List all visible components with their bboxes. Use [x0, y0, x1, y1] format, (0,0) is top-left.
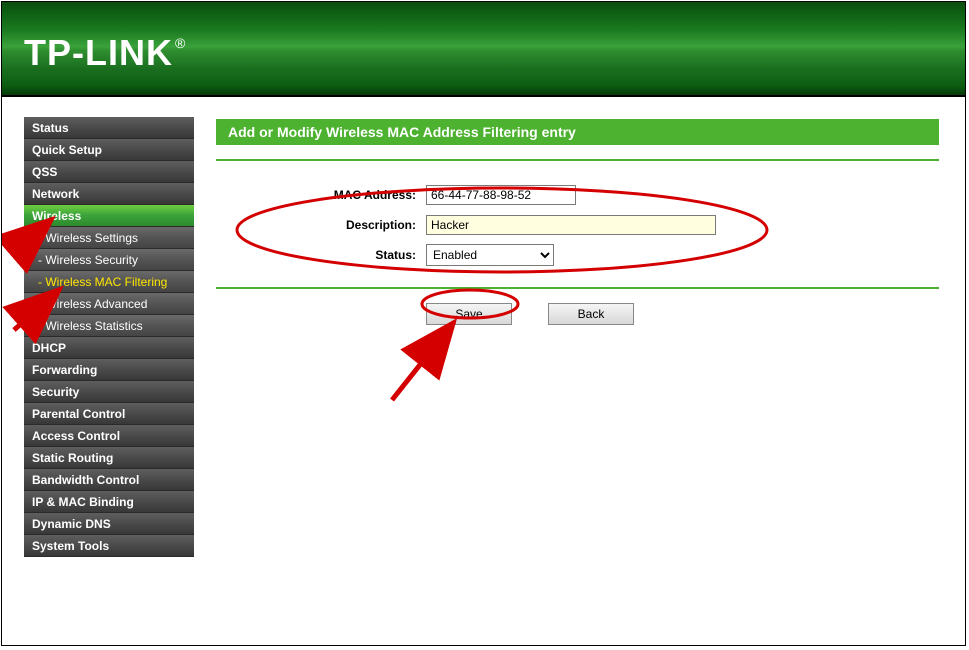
- brand-logo: TP-LINK®: [24, 32, 186, 74]
- sidebar-item-wireless-settings[interactable]: - Wireless Settings: [24, 227, 194, 249]
- brand-text: TP-LINK: [24, 32, 173, 73]
- page-title: Add or Modify Wireless MAC Address Filte…: [216, 119, 939, 145]
- back-button[interactable]: Back: [548, 303, 634, 325]
- divider: [216, 287, 939, 289]
- sidebar-item-security[interactable]: Security: [24, 381, 194, 403]
- sidebar-item-dynamic-dns[interactable]: Dynamic DNS: [24, 513, 194, 535]
- sidebar-item-bandwidth-control[interactable]: Bandwidth Control: [24, 469, 194, 491]
- sidebar-item-forwarding[interactable]: Forwarding: [24, 359, 194, 381]
- sidebar-item-wireless-advanced[interactable]: - Wireless Advanced: [24, 293, 194, 315]
- app-frame: TP-LINK® Status Quick Setup QSS Network …: [1, 1, 966, 646]
- form: MAC Address: Description: Status: Enable…: [216, 175, 939, 273]
- sidebar-item-wireless-security[interactable]: - Wireless Security: [24, 249, 194, 271]
- sidebar-item-status[interactable]: Status: [24, 117, 194, 139]
- sidebar-item-access-control[interactable]: Access Control: [24, 425, 194, 447]
- header: TP-LINK®: [2, 2, 965, 97]
- label-status: Status:: [216, 248, 426, 262]
- sidebar-item-wireless-statistics[interactable]: - Wireless Statistics: [24, 315, 194, 337]
- label-description: Description:: [216, 218, 426, 232]
- content-pane: Add or Modify Wireless MAC Address Filte…: [198, 99, 965, 645]
- sidebar-item-ip-mac-binding[interactable]: IP & MAC Binding: [24, 491, 194, 513]
- sidebar-item-network[interactable]: Network: [24, 183, 194, 205]
- sidebar-menu: Status Quick Setup QSS Network Wireless …: [24, 117, 194, 557]
- row-mac: MAC Address:: [216, 181, 939, 209]
- button-row: Save Back: [216, 303, 939, 325]
- row-description: Description:: [216, 211, 939, 239]
- sidebar-item-wireless[interactable]: Wireless: [24, 205, 194, 227]
- sidebar-item-parental-control[interactable]: Parental Control: [24, 403, 194, 425]
- sidebar-item-qss[interactable]: QSS: [24, 161, 194, 183]
- mac-address-input[interactable]: [426, 185, 576, 205]
- status-select[interactable]: Enabled: [426, 244, 554, 266]
- sidebar-item-dhcp[interactable]: DHCP: [24, 337, 194, 359]
- registered-icon: ®: [175, 35, 186, 51]
- row-status: Status: Enabled: [216, 241, 939, 269]
- sidebar-item-quick-setup[interactable]: Quick Setup: [24, 139, 194, 161]
- label-mac: MAC Address:: [216, 188, 426, 202]
- description-input[interactable]: [426, 215, 716, 235]
- save-button[interactable]: Save: [426, 303, 512, 325]
- divider: [216, 159, 939, 161]
- sidebar: Status Quick Setup QSS Network Wireless …: [2, 99, 198, 645]
- sidebar-item-system-tools[interactable]: System Tools: [24, 535, 194, 557]
- sidebar-item-wireless-mac-filtering[interactable]: - Wireless MAC Filtering: [24, 271, 194, 293]
- sidebar-item-static-routing[interactable]: Static Routing: [24, 447, 194, 469]
